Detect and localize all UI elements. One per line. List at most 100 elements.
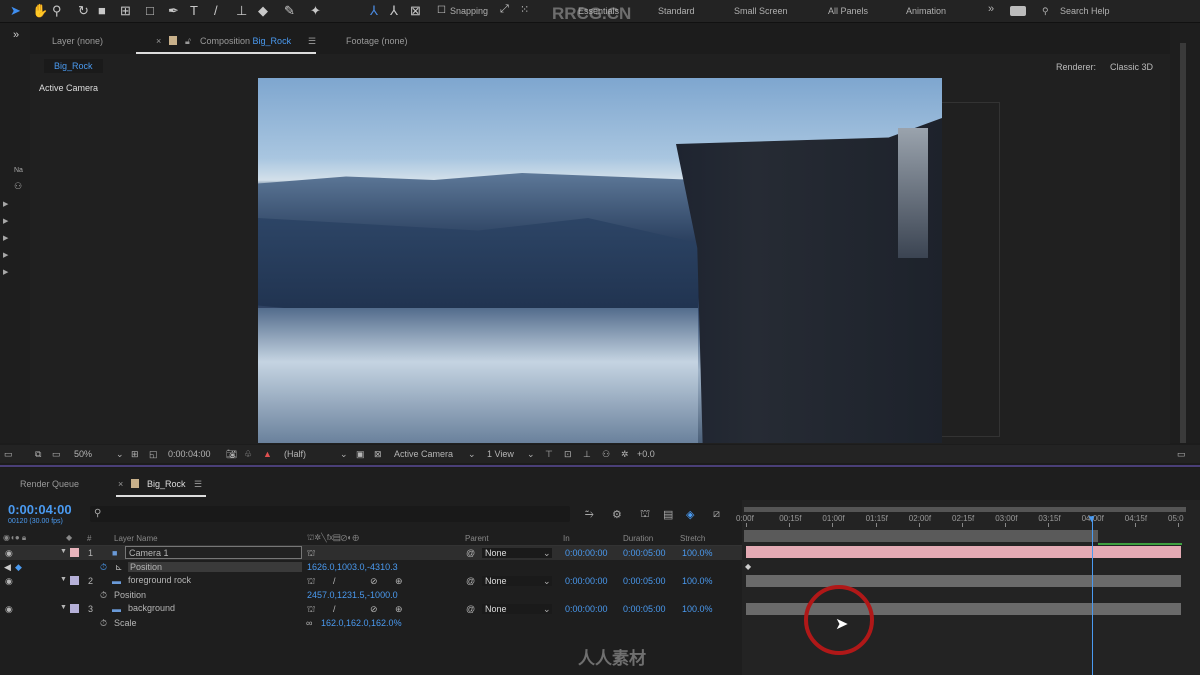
fast-previews-icon[interactable]: ⊡ [564, 449, 572, 460]
twirl-down-icon[interactable]: ▼ [60, 604, 67, 611]
monitor-icon[interactable]: ▭ [52, 449, 61, 460]
snap-icon[interactable]: ⤢ [500, 3, 509, 16]
visibility-eye-icon[interactable]: ◉ [5, 548, 13, 559]
panel-menu-icon[interactable]: ☰ [194, 479, 202, 490]
panel-menu-icon[interactable]: ☰ [308, 36, 316, 47]
workspace-animation[interactable]: Animation [906, 6, 946, 16]
layer-bar-camera[interactable] [746, 546, 1181, 558]
stopwatch-icon[interactable]: ⏱︎ [100, 562, 107, 573]
3d-layer-switch-icon[interactable]: ⊕ [395, 576, 403, 587]
view-layout-select[interactable]: 1 View [487, 449, 514, 459]
hide-shy-layers-icon[interactable]: ⛫ [640, 508, 650, 522]
always-preview-icon[interactable]: ▭ [4, 449, 13, 460]
parent-select[interactable]: None [482, 548, 552, 558]
viewer-scrollbar[interactable] [1180, 43, 1186, 443]
world-axis-icon[interactable]: ⅄ [390, 3, 398, 19]
pickwhip-icon[interactable]: @ [466, 548, 475, 558]
draft-3d-icon[interactable]: ⚙ [612, 508, 622, 521]
playhead[interactable] [1091, 516, 1093, 675]
time-navigator[interactable] [744, 507, 1186, 512]
stopwatch-icon[interactable]: ⏱︎ [100, 590, 107, 601]
roto-brush-icon[interactable]: ✎ [284, 3, 295, 19]
eraser-tool-icon[interactable]: ◆ [258, 3, 268, 19]
motion-blur-icon[interactable]: ◈ [686, 508, 694, 521]
snapping-checkbox[interactable]: ☐ [437, 5, 446, 16]
property-row[interactable]: ◀ ◆ ⏱︎ ⊾ Position 1626.0,1003.0,-4310.3 [0, 560, 742, 574]
rotate-tool-icon[interactable]: ↻ [78, 3, 89, 19]
frame-blending-icon[interactable]: ▤ [663, 508, 673, 521]
tab-big-rock[interactable]: Big_Rock [147, 479, 186, 489]
playhead-handle-icon[interactable]: ▼ [1087, 514, 1097, 525]
expand-panels-button[interactable]: » [13, 29, 19, 41]
tab-render-queue[interactable]: Render Queue [20, 479, 79, 489]
current-time[interactable]: 0:00:04:00 [168, 449, 211, 459]
search-icon[interactable]: ⚲ [1042, 6, 1049, 17]
graph-editor-icon[interactable]: ⧄ [713, 508, 720, 521]
label-color-swatch[interactable] [70, 576, 79, 585]
mask-visibility-icon[interactable]: ◱ [149, 449, 158, 460]
transparency-grid-icon[interactable]: ⊠ [374, 449, 382, 460]
motion-blur-switch-icon[interactable]: ⊘ [370, 604, 378, 615]
label-color-swatch[interactable] [70, 604, 79, 613]
snap-grid-icon[interactable]: ⁙ [520, 3, 529, 16]
parent-select[interactable]: None [482, 576, 552, 586]
layer-in-point[interactable]: 0:00:00:00 [565, 576, 608, 586]
shy-switch-icon[interactable]: ⛫ [307, 604, 315, 616]
tab-layer[interactable]: Layer (none) [52, 36, 103, 46]
property-row[interactable]: ⏱︎ Position 2457.0,1231.5,-1000.0 [0, 588, 742, 602]
workspace-essentials[interactable]: Essentials [578, 6, 619, 16]
more-workspaces-button[interactable]: » [988, 3, 994, 15]
tab-composition[interactable]: Composition Big_Rock [200, 36, 291, 46]
pickwhip-icon[interactable]: @ [466, 576, 475, 586]
layer-row[interactable]: ◉ ▼ 2 ▬ foreground rock ⛫ / ⊘ ⊕ @ None ⌄ 0… [0, 574, 742, 588]
layer-name[interactable]: background [125, 602, 178, 615]
layer-row[interactable]: ◉ ▼ 1 ■ Camera 1 ⛫ @ None ⌄ 0:00:00:00 0… [0, 546, 742, 560]
close-tab-icon[interactable]: × [118, 479, 123, 489]
property-value[interactable]: 2457.0,1231.5,-1000.0 [307, 590, 398, 600]
stopwatch-icon[interactable]: ⏱︎ [100, 618, 107, 629]
layer-search-input[interactable]: ⚲ [90, 506, 570, 522]
hand-tool-icon[interactable]: ✋ [32, 3, 48, 19]
workspace-small-screen[interactable]: Small Screen [734, 6, 788, 16]
layer-stretch[interactable]: 100.0% [682, 604, 713, 614]
magnification-select[interactable]: 50% [74, 449, 92, 459]
work-area-bar[interactable] [744, 530, 1098, 542]
twirl-down-icon[interactable]: ▼ [60, 548, 67, 555]
col-layer-name[interactable]: Layer Name [114, 534, 158, 543]
lock-icon[interactable]: 🔓︎ [185, 36, 191, 47]
zoom-tool-icon[interactable]: ⚲ [52, 3, 62, 19]
exposure-value[interactable]: +0.0 [637, 449, 655, 459]
visibility-eye-icon[interactable]: ◉ [5, 604, 13, 615]
selection-tool-icon[interactable]: ➤ [10, 3, 21, 19]
keyframe-add-icon[interactable]: ◆ [15, 562, 22, 573]
pickwhip-icon[interactable]: @ [466, 604, 475, 614]
view-axis-icon[interactable]: ⊠ [410, 3, 421, 19]
timeline-current-time[interactable]: 0:00:04:00 [8, 502, 72, 517]
pan-behind-tool-icon[interactable]: ⊞ [120, 3, 131, 19]
comp-mini-flowchart-icon[interactable]: ⥲ [585, 508, 594, 521]
shy-switch-icon[interactable]: ⛫ [307, 548, 315, 560]
tab-footage[interactable]: Footage (none) [346, 36, 408, 46]
layer-stretch[interactable]: 100.0% [682, 548, 713, 558]
local-axis-icon[interactable]: ⅄ [370, 3, 378, 19]
visibility-eye-icon[interactable]: ◉ [5, 576, 13, 587]
panel-toggle-icon[interactable]: ▭ [1177, 449, 1186, 460]
label-color-swatch[interactable] [70, 548, 79, 557]
renderer-value[interactable]: Classic 3D [1110, 62, 1153, 72]
timeline-graph[interactable] [742, 500, 1200, 675]
camera-view-select[interactable]: Active Camera [394, 449, 453, 459]
region-of-interest-icon[interactable]: ▣ [356, 449, 365, 460]
search-help-input[interactable]: Search Help [1060, 6, 1110, 16]
layer-stretch[interactable]: 100.0% [682, 576, 713, 586]
twirl-down-icon[interactable]: ▼ [60, 576, 67, 583]
show-snapshot-icon[interactable]: ♧ [244, 449, 252, 460]
workspace-menu-icon[interactable] [1010, 6, 1026, 16]
camera-tool-icon[interactable]: ■ [98, 3, 106, 18]
type-tool-icon[interactable]: T [190, 3, 198, 18]
exposure-reset-icon[interactable]: ✲ [621, 449, 629, 460]
brush-tool-icon[interactable]: / [214, 3, 218, 18]
property-row[interactable]: ⏱︎ Scale ∞ 162.0,162.0,162.0% [0, 616, 742, 630]
close-tab-icon[interactable]: × [156, 36, 161, 46]
clone-stamp-icon[interactable]: ⊥ [236, 3, 247, 19]
flowchart-icon[interactable]: ⚇ [602, 449, 610, 460]
